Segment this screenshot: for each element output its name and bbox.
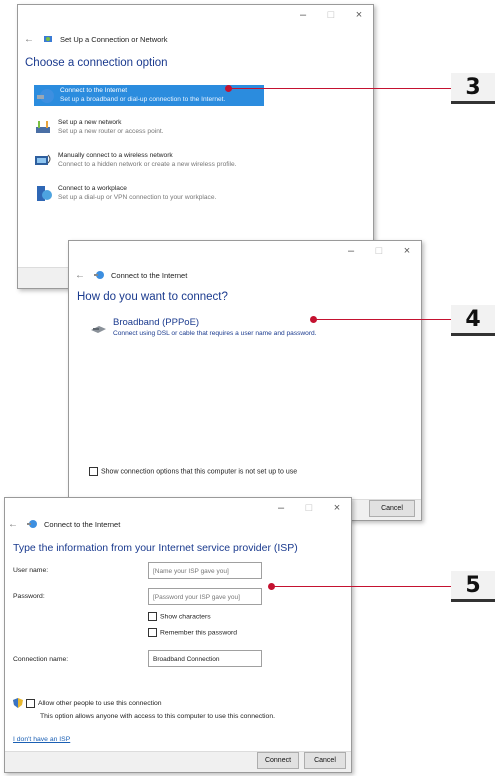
window-footer	[5, 751, 351, 772]
allow-note: This option allows anyone with access to…	[40, 713, 275, 720]
cancel-button[interactable]: Cancel	[369, 500, 415, 517]
back-arrow-icon[interactable]: ←	[75, 270, 85, 281]
page-heading: How do you want to connect?	[77, 291, 228, 303]
cancel-button[interactable]: Cancel	[304, 752, 346, 769]
checkbox-box[interactable]	[26, 698, 35, 708]
window-header: ← Set Up a Connection or Network	[24, 30, 168, 48]
window-header: ← Connect to the Internet	[8, 515, 120, 533]
option-broadband[interactable]: Broadband (PPPoE) Connect using DSL or c…	[89, 317, 317, 338]
router-icon	[36, 121, 50, 133]
window-title: Set Up a Connection or Network	[60, 34, 168, 44]
window-isp-info: – □ × ← Connect to the Internet Type the…	[4, 497, 352, 773]
checkbox-label: Show connection options that this comput…	[101, 468, 298, 476]
connection-name-input[interactable]: Broadband Connection	[148, 650, 262, 667]
option-title: Connect to the Internet	[60, 87, 128, 94]
user-name-label: User name:	[13, 567, 49, 574]
no-isp-link[interactable]: I don't have an ISP	[13, 736, 70, 743]
option-title: Set up a new network	[58, 119, 122, 126]
callout-4: 4	[451, 305, 495, 336]
back-arrow-icon[interactable]: ←	[8, 519, 18, 530]
option-subtitle: Connect to a hidden network or create a …	[58, 161, 237, 168]
callout-line-5	[272, 586, 453, 587]
option-new-network[interactable]: Set up a new network Set up a new router …	[34, 118, 164, 137]
maximize-button[interactable]: □	[365, 241, 393, 261]
workplace-icon	[37, 186, 52, 201]
show-characters-checkbox[interactable]: Show characters	[148, 612, 211, 621]
window-connect-internet: – □ × ← Connect to the Internet How do y…	[68, 240, 422, 521]
callout-line-4	[314, 319, 453, 320]
checkbox-label: Remember this password	[160, 629, 238, 637]
checkbox-label: Allow other people to use this connectio…	[38, 699, 162, 707]
option-title: Broadband (PPPoE)	[113, 317, 200, 328]
wireless-computer-icon	[35, 154, 51, 165]
page-heading: Type the information from your Internet …	[13, 542, 298, 554]
close-button[interactable]: ×	[393, 241, 421, 261]
page-heading: Choose a connection option	[25, 57, 168, 69]
password-label: Password:	[13, 593, 45, 600]
window-title: Connect to the Internet	[44, 519, 121, 529]
maximize-button[interactable]: □	[317, 5, 345, 25]
callout-3: 3	[451, 73, 495, 104]
shield-icon	[13, 698, 23, 708]
maximize-button[interactable]: □	[295, 498, 323, 518]
minimize-button[interactable]: –	[267, 498, 295, 518]
option-subtitle: Set up a broadband or dial-up connection…	[60, 96, 226, 103]
option-subtitle: Set up a new router or access point.	[58, 128, 164, 135]
option-workplace[interactable]: Connect to a workplace Set up a dial-up o…	[34, 184, 216, 203]
connection-name-label: Connection name:	[13, 656, 69, 663]
back-arrow-icon[interactable]: ←	[24, 34, 34, 45]
window-title: Connect to the Internet	[111, 270, 188, 280]
network-setup-icon	[44, 36, 52, 42]
checkbox-box[interactable]	[89, 467, 98, 476]
modem-icon	[91, 326, 106, 333]
close-button[interactable]: ×	[323, 498, 351, 518]
option-manual-wireless[interactable]: Manually connect to a wireless network Co…	[34, 151, 237, 170]
callout-line-3	[229, 88, 453, 89]
window-header: ← Connect to the Internet	[75, 266, 187, 284]
option-title: Connect to a workplace	[58, 185, 127, 192]
minimize-button[interactable]: –	[337, 241, 365, 261]
internet-icon	[94, 271, 104, 279]
titlebar-controls: – □ ×	[289, 5, 373, 25]
checkbox-box[interactable]	[148, 612, 157, 621]
show-options-checkbox[interactable]: Show connection options that this comput…	[89, 467, 297, 476]
allow-others-checkbox[interactable]: Allow other people to use this connectio…	[13, 698, 162, 708]
user-name-input[interactable]: [Name your ISP gave you]	[148, 562, 262, 579]
titlebar-controls: – □ ×	[267, 498, 351, 518]
remember-password-checkbox[interactable]: Remember this password	[148, 628, 237, 637]
titlebar-controls: – □ ×	[337, 241, 421, 261]
checkbox-label: Show characters	[160, 613, 211, 621]
option-subtitle: Connect using DSL or cable that requires…	[113, 330, 317, 337]
globe-icon	[37, 89, 54, 103]
close-button[interactable]: ×	[345, 5, 373, 25]
checkbox-box[interactable]	[148, 628, 157, 637]
password-input[interactable]: [Password your ISP gave you]	[148, 588, 262, 605]
minimize-button[interactable]: –	[289, 5, 317, 25]
option-title: Manually connect to a wireless network	[58, 152, 173, 159]
option-subtitle: Set up a dial-up or VPN connection to yo…	[58, 194, 217, 201]
callout-5: 5	[451, 571, 495, 602]
connect-button[interactable]: Connect	[257, 752, 299, 769]
internet-icon	[27, 520, 37, 528]
